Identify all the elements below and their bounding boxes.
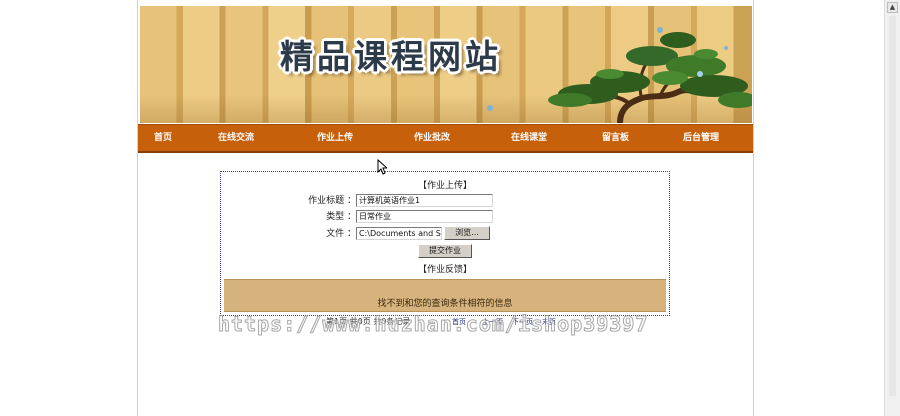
title-row: 作业标题 ： [221,194,356,208]
feedback-section-title: 【作业反馈】 [417,265,472,275]
homework-panel: 【作业上传】 作业标题 ： 计算机英语作业1 类型 ： 日常作业 文件 ： C:… [220,171,670,316]
pager-status: 第1页 共0页 共0条记录 [326,317,411,326]
file-row: 文件 ： [221,227,356,241]
page-container: 精品课程网站 首页 在线交流 作业上传 作业批改 在线课堂 留言板 后台管理 【… [137,0,754,416]
bonsai-tree-image [487,27,752,123]
nav-admin[interactable]: 后台管理 [683,125,719,152]
nav-homework-grading[interactable]: 作业批改 [414,125,450,152]
pager-next-link[interactable]: 下一页 [512,315,533,329]
pagination: 第1页 共0页 共0条记录 首页 上一页 下一页 末页 [326,315,556,329]
header-banner: 精品课程网站 [140,6,752,123]
upload-section-title: 【作业上传】 [417,181,472,191]
nav-message-board[interactable]: 留言板 [602,125,629,152]
nav-home[interactable]: 首页 [154,125,172,152]
vertical-scrollbar[interactable]: ▲ [884,0,900,416]
pager-prev-link[interactable]: 上一页 [482,315,503,329]
nav-online-chat[interactable]: 在线交流 [218,125,254,152]
site-title: 精品课程网站 [280,37,502,76]
feedback-box: 找不到和您的查询条件相符的信息 [224,279,666,312]
scroll-up-arrow-icon[interactable]: ▲ [887,2,898,13]
feedback-empty-message: 找不到和您的查询条件相符的信息 [377,299,513,309]
pager-last-link[interactable]: 末页 [542,315,556,329]
nav-online-class[interactable]: 在线课堂 [511,125,547,152]
browse-button[interactable]: 浏览... [444,226,490,240]
main-nav: 首页 在线交流 作业上传 作业批改 在线课堂 留言板 后台管理 [138,124,753,153]
title-input[interactable]: 计算机英语作业1 [356,194,493,207]
file-label: 文件 ： [326,229,356,239]
submit-homework-button[interactable]: 提交作业 [418,244,472,258]
file-path-input[interactable]: C:\Documents and Se [356,227,442,240]
pager-first-link[interactable]: 首页 [452,315,466,329]
nav-homework-upload[interactable]: 作业上传 [317,125,353,152]
type-input[interactable]: 日常作业 [356,210,493,223]
mouse-cursor-icon [377,159,387,175]
scrollbar-track[interactable] [889,16,896,396]
type-label: 类型 ： [326,212,356,222]
browser-viewport: 精品课程网站 首页 在线交流 作业上传 作业批改 在线课堂 留言板 后台管理 【… [0,0,900,416]
type-row: 类型 ： [221,210,356,224]
title-label: 作业标题 ： [308,196,356,206]
